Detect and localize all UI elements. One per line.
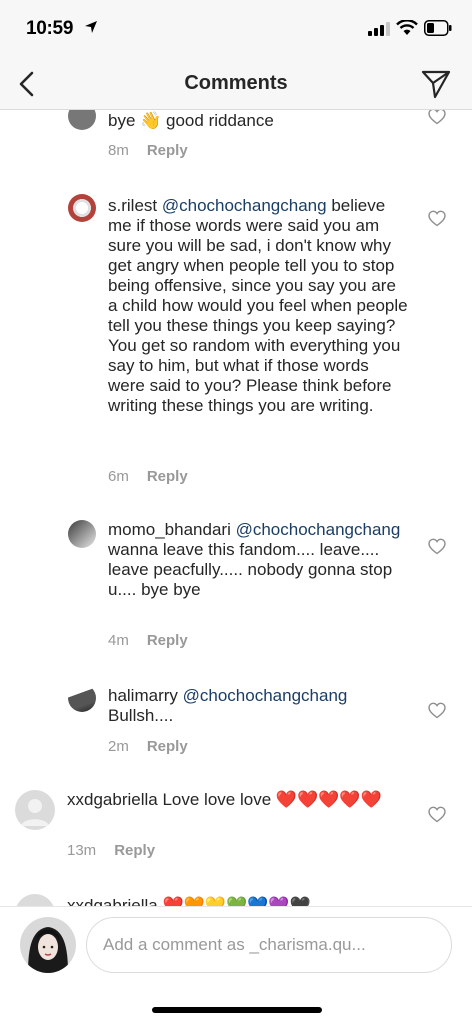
direct-send-icon[interactable]: [420, 68, 452, 100]
comment-text: s.rilest @chochochangchang believe me if…: [108, 196, 408, 416]
reply-button[interactable]: Reply: [147, 632, 188, 649]
comment-body: wanna leave this fandom.... leave.... le…: [108, 540, 393, 599]
reply-button[interactable]: Reply: [114, 842, 155, 859]
comment-input[interactable]: [86, 917, 452, 973]
status-bar: 10:59: [0, 0, 472, 58]
location-arrow-icon: [85, 21, 97, 33]
comment-text: xxdgabriella ❤️🧡💛💚💙💜🖤: [67, 896, 397, 906]
avatar[interactable]: [15, 790, 55, 830]
comment-mention[interactable]: @chochochangchang: [162, 196, 327, 215]
avatar[interactable]: [15, 894, 55, 906]
comment-username[interactable]: s.rilest: [108, 196, 157, 215]
comment-list[interactable]: bye 👋 good riddance 8m Reply s.rilest @ch…: [0, 110, 472, 906]
battery-icon: [424, 20, 452, 36]
heart-icon[interactable]: [428, 210, 446, 227]
comment-body: believe me if those words were said you …: [108, 196, 408, 415]
comment-meta: 4m Reply: [108, 632, 188, 649]
comment-meta: 13m Reply: [67, 842, 155, 859]
comment-time: 4m: [108, 632, 129, 649]
reply-button[interactable]: Reply: [147, 738, 188, 755]
comment-time: 8m: [108, 142, 129, 159]
avatar[interactable]: [68, 520, 96, 548]
default-avatar-icon: [21, 799, 49, 826]
comment-meta: 6m Reply: [108, 468, 188, 485]
comment-meta: 2m Reply: [108, 738, 188, 755]
comment-username[interactable]: xxdgabriella: [67, 896, 158, 906]
cellular-signal-icon: [368, 22, 390, 36]
comment-time: 2m: [108, 738, 129, 755]
comment-body: ❤️🧡💛💚💙💜🖤: [162, 896, 311, 906]
comment-text: momo_bhandari @chochochangchang wanna le…: [108, 520, 408, 600]
avatar[interactable]: [68, 110, 96, 130]
heart-icon[interactable]: [428, 110, 446, 125]
nav-bar: Comments: [0, 58, 472, 110]
avatar[interactable]: [68, 684, 96, 712]
reply-button[interactable]: Reply: [147, 468, 188, 485]
home-indicator: [152, 1007, 322, 1013]
page-title: Comments: [184, 72, 288, 94]
heart-icon[interactable]: [428, 806, 446, 823]
comment-body: Love love love ❤️❤️❤️❤️❤️: [162, 790, 382, 809]
current-user-avatar: [20, 917, 76, 973]
status-time: 10:59: [26, 18, 74, 39]
heart-icon[interactable]: [428, 538, 446, 555]
comment-body: Bullsh....: [108, 706, 174, 725]
heart-icon[interactable]: [428, 702, 446, 719]
comment-username[interactable]: momo_bhandari: [108, 520, 231, 539]
comment-text: xxdgabriella Love love love ❤️❤️❤️❤️❤️: [67, 790, 397, 810]
reply-button[interactable]: Reply: [147, 142, 188, 159]
wifi-icon: [396, 20, 418, 35]
avatar[interactable]: [68, 194, 96, 222]
comment-text: halimarry @chochochangchang Bullsh....: [108, 686, 408, 726]
comment-meta: 8m Reply: [108, 142, 188, 159]
comment-mention[interactable]: @chochochangchang: [236, 520, 401, 539]
comment-username[interactable]: halimarry: [108, 686, 178, 705]
comment-composer: [0, 906, 472, 1024]
comment-text: bye 👋 good riddance: [108, 111, 274, 130]
comment-username[interactable]: xxdgabriella: [67, 790, 158, 809]
comment-time: 13m: [67, 842, 97, 859]
comment-mention[interactable]: @chochochangchang: [183, 686, 348, 705]
comment-time: 6m: [108, 468, 129, 485]
